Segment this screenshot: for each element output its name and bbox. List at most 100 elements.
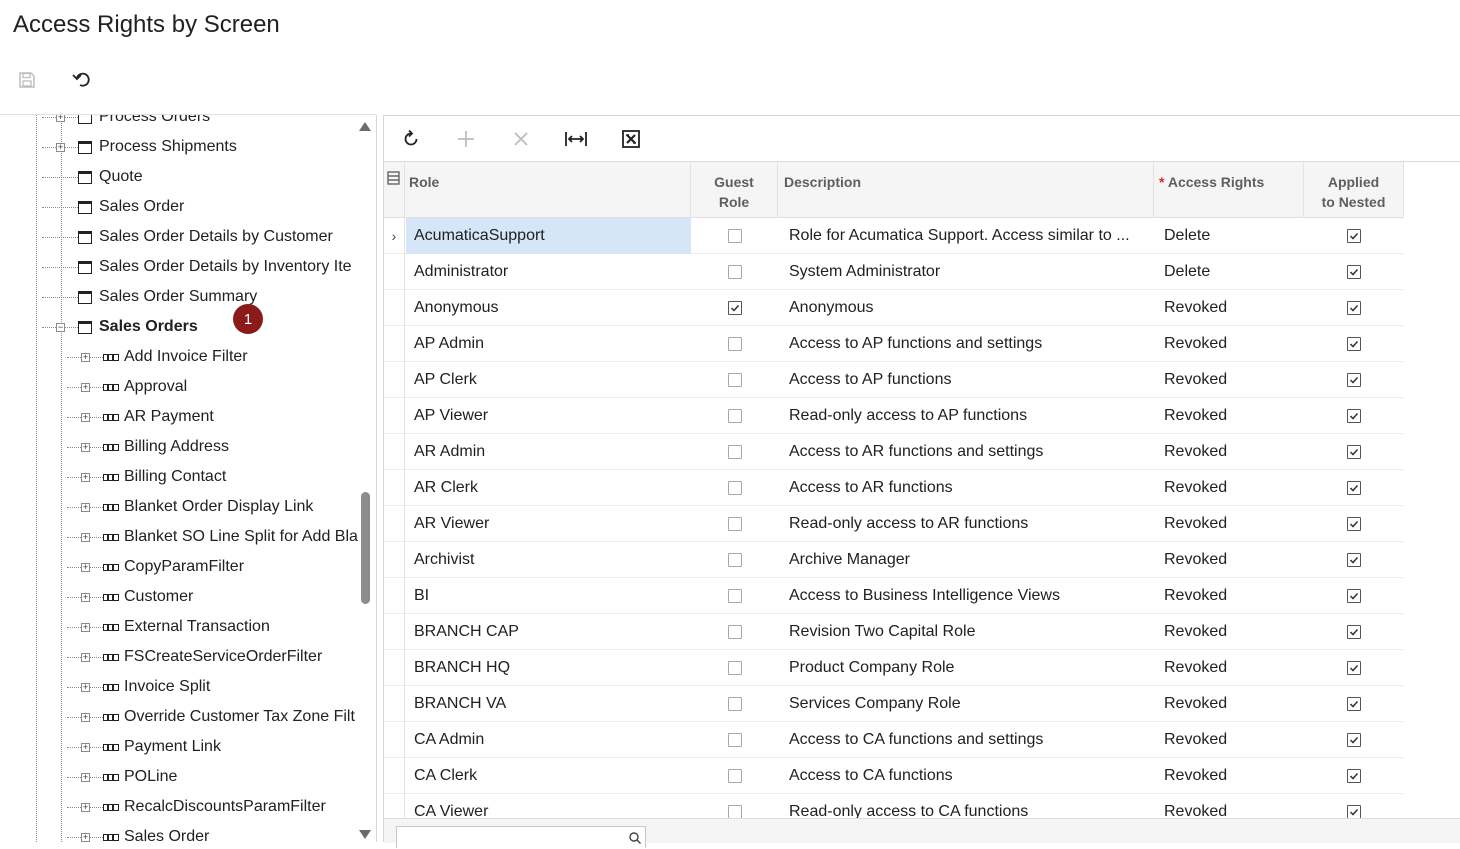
tree-item[interactable]: Approval (103, 372, 187, 402)
role-cell[interactable]: AR Viewer (406, 506, 691, 542)
row-indicator[interactable] (384, 470, 405, 506)
access-rights-cell[interactable]: Revoked (1154, 506, 1304, 542)
tree-scroll-up-icon[interactable] (359, 122, 371, 131)
tree-item[interactable]: Sales Order Details by Customer (78, 222, 333, 252)
expand-icon[interactable]: + (81, 683, 90, 692)
tree-item[interactable]: Billing Address (103, 432, 229, 462)
access-rights-cell[interactable]: Revoked (1154, 758, 1304, 794)
applied-to-nested-checkbox[interactable] (1347, 229, 1361, 243)
description-cell[interactable]: Read-only access to CA functions (778, 794, 1138, 818)
access-rights-cell[interactable]: Revoked (1154, 362, 1304, 398)
tree-item[interactable]: Process Shipments (78, 132, 237, 162)
access-rights-cell[interactable]: Revoked (1154, 686, 1304, 722)
guest-role-checkbox[interactable] (727, 517, 742, 531)
table-row[interactable]: BI Access to Business Intelligence Views R… (384, 578, 1404, 614)
tree-scroll-down-icon[interactable] (359, 830, 371, 839)
role-cell[interactable]: AcumaticaSupport (406, 218, 691, 254)
applied-to-nested-checkbox[interactable] (1347, 373, 1361, 387)
tree-item[interactable]: POLine (103, 762, 177, 792)
tree-item[interactable]: FSCreateServiceOrderFilter (103, 642, 322, 672)
access-rights-cell[interactable]: Revoked (1154, 326, 1304, 362)
role-cell[interactable]: CA Viewer (406, 794, 691, 818)
access-rights-cell[interactable]: Revoked (1154, 650, 1304, 686)
tree-item[interactable]: Billing Contact (103, 462, 226, 492)
expand-icon[interactable]: + (81, 743, 90, 752)
row-indicator[interactable] (384, 326, 405, 362)
add-icon[interactable] (451, 124, 481, 154)
tree-item[interactable]: AR Payment (103, 402, 214, 432)
access-rights-cell[interactable]: Revoked (1154, 470, 1304, 506)
guest-role-checkbox[interactable] (727, 373, 742, 387)
access-rights-cell[interactable]: Revoked (1154, 398, 1304, 434)
row-indicator[interactable] (384, 362, 405, 398)
role-cell[interactable]: AP Viewer (406, 398, 691, 434)
role-cell[interactable]: CA Admin (406, 722, 691, 758)
guest-role-checkbox[interactable] (727, 409, 742, 423)
access-rights-cell[interactable]: Revoked (1154, 578, 1304, 614)
guest-role-checkbox[interactable] (727, 265, 742, 279)
role-cell[interactable]: Anonymous (406, 290, 691, 326)
role-cell[interactable]: AP Clerk (406, 362, 691, 398)
refresh-icon[interactable] (396, 124, 426, 154)
description-cell[interactable]: Access to CA functions (778, 758, 1138, 794)
applied-to-nested-checkbox[interactable] (1347, 769, 1361, 783)
tree-item[interactable]: Sales Order Details by Inventory Ite (78, 252, 352, 282)
applied-to-nested-checkbox[interactable] (1347, 805, 1361, 818)
role-cell[interactable]: BRANCH CAP (406, 614, 691, 650)
tree-item[interactable]: Invoice Split (103, 672, 210, 702)
tree-item[interactable]: Sales Order (103, 822, 209, 842)
applied-to-nested-checkbox[interactable] (1347, 445, 1361, 459)
table-row[interactable]: Administrator System Administrator Delete (384, 254, 1404, 290)
access-rights-cell[interactable]: Delete (1154, 254, 1304, 290)
access-rights-cell[interactable]: Revoked (1154, 722, 1304, 758)
table-row[interactable]: BRANCH CAP Revision Two Capital Role Revok… (384, 614, 1404, 650)
expand-icon[interactable]: + (56, 115, 65, 122)
description-cell[interactable]: Access to AR functions and settings (778, 434, 1138, 470)
tree-item[interactable]: Quote (78, 162, 143, 192)
access-rights-cell[interactable]: Delete (1154, 218, 1304, 254)
tree-item[interactable]: CopyParamFilter (103, 552, 244, 582)
table-row[interactable]: BRANCH VA Services Company Role Revoked (384, 686, 1404, 722)
row-indicator[interactable] (384, 686, 405, 722)
applied-to-nested-checkbox[interactable] (1347, 337, 1361, 351)
applied-to-nested-checkbox[interactable] (1347, 409, 1361, 423)
row-indicator[interactable]: › (384, 218, 405, 254)
expand-icon[interactable]: + (81, 503, 90, 512)
guest-role-checkbox[interactable] (727, 445, 742, 459)
row-indicator[interactable] (384, 398, 405, 434)
description-cell[interactable]: Role for Acumatica Support. Access simil… (778, 218, 1138, 254)
tree-item[interactable]: Blanket Order Display Link (103, 492, 313, 522)
expand-icon[interactable]: + (81, 563, 90, 572)
tree-item[interactable]: RecalcDiscountsParamFilter (103, 792, 326, 822)
column-header-guest-role[interactable]: Guest Role (691, 162, 778, 218)
tree-item[interactable]: Payment Link (103, 732, 221, 762)
tree-item[interactable]: Blanket SO Line Split for Add Bla (103, 522, 358, 552)
guest-role-checkbox[interactable] (727, 229, 742, 243)
guest-role-checkbox[interactable] (727, 337, 742, 351)
expand-icon[interactable]: + (81, 833, 90, 842)
expand-icon[interactable]: + (81, 533, 90, 542)
guest-role-checkbox[interactable] (727, 661, 742, 675)
role-cell[interactable]: BRANCH VA (406, 686, 691, 722)
role-cell[interactable]: AP Admin (406, 326, 691, 362)
pane-splitter[interactable] (376, 115, 377, 842)
description-cell[interactable]: Access to AR functions (778, 470, 1138, 506)
tree-item[interactable]: External Transaction (103, 612, 270, 642)
role-cell[interactable]: CA Clerk (406, 758, 691, 794)
applied-to-nested-checkbox[interactable] (1347, 589, 1361, 603)
tree-item[interactable]: Process Orders (78, 115, 210, 132)
save-icon[interactable] (12, 65, 42, 95)
description-cell[interactable]: Access to AP functions and settings (778, 326, 1138, 362)
expand-icon[interactable]: + (81, 623, 90, 632)
row-indicator[interactable] (384, 650, 405, 686)
table-row[interactable]: AP Clerk Access to AP functions Revoked (384, 362, 1404, 398)
description-cell[interactable]: Access to CA functions and settings (778, 722, 1138, 758)
guest-role-checkbox[interactable] (727, 553, 742, 567)
access-rights-cell[interactable]: Revoked (1154, 290, 1304, 326)
expand-icon[interactable]: + (81, 413, 90, 422)
column-header-description[interactable]: Description (778, 162, 1154, 218)
table-row[interactable]: Archivist Archive Manager Revoked (384, 542, 1404, 578)
guest-role-checkbox[interactable] (727, 625, 742, 639)
undo-icon[interactable] (67, 65, 97, 95)
description-cell[interactable]: System Administrator (778, 254, 1138, 290)
